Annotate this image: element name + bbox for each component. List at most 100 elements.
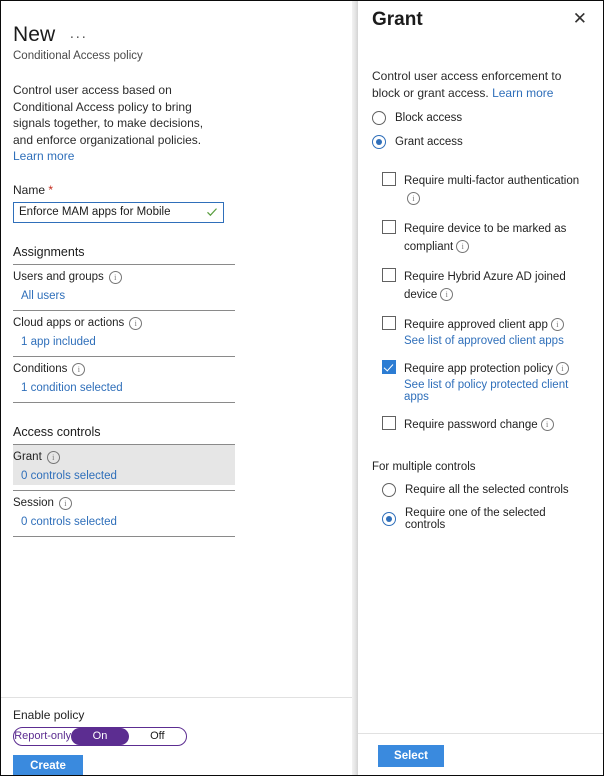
checkbox-icon[interactable]: [382, 416, 396, 430]
control-sublink-approved-client-apps[interactable]: See list of approved client apps: [404, 335, 589, 347]
setting-row-users-and-groups[interactable]: Users and groups i All users: [13, 265, 235, 305]
page-title: New: [13, 23, 56, 46]
radio-icon[interactable]: [372, 111, 386, 125]
toggle-option-on[interactable]: On: [71, 728, 129, 745]
new-policy-blade: New ··· Conditional Access policy Contro…: [1, 1, 352, 775]
radio-icon-selected[interactable]: [382, 512, 396, 526]
control-label-text: Require password change: [404, 419, 538, 431]
control-label: Require password change i: [404, 418, 554, 431]
close-icon[interactable]: ✕: [571, 9, 589, 29]
radio-require-all-selected-controls[interactable]: Require all the selected controls: [382, 483, 589, 497]
section-heading-access-controls: Access controls: [13, 424, 101, 439]
setting-label: Grant i: [13, 450, 235, 464]
control-label-text: Require Hybrid Azure AD joined device: [404, 271, 566, 301]
info-icon[interactable]: i: [72, 362, 86, 376]
grant-panel-title: Grant: [372, 9, 423, 30]
create-button[interactable]: Create: [13, 755, 83, 775]
toggle-option-off[interactable]: Off: [129, 728, 186, 745]
radio-icon[interactable]: [382, 483, 396, 497]
checkbox-icon[interactable]: [382, 220, 396, 234]
setting-label-text: Session: [13, 497, 54, 509]
control-sublink-policy-protected-client-apps[interactable]: See list of policy protected client apps: [404, 379, 589, 403]
overflow-menu-icon[interactable]: ···: [69, 29, 87, 44]
radio-label: Require one of the selected controls: [405, 507, 546, 531]
control-label-text: Require app protection policy: [404, 363, 553, 375]
new-policy-blade-content: New ··· Conditional Access policy Contro…: [1, 1, 352, 697]
control-label-text: Require device to be marked as compliant: [404, 223, 567, 253]
intro-learn-more-link[interactable]: Learn more: [13, 149, 74, 163]
control-label: Require multi-factor authentication i: [404, 175, 579, 205]
info-icon[interactable]: i: [407, 192, 420, 205]
setting-row-cloud-apps-or-actions[interactable]: Cloud apps or actions i 1 app included: [13, 311, 235, 351]
info-icon[interactable]: i: [46, 450, 60, 464]
info-icon[interactable]: i: [58, 496, 72, 510]
control-label-text: Require multi-factor authentication: [404, 175, 580, 187]
info-icon[interactable]: i: [555, 362, 569, 375]
setting-value-link[interactable]: 0 controls selected: [13, 516, 235, 528]
grant-learn-more-link[interactable]: Learn more: [492, 86, 553, 100]
grant-panel-content: Grant ✕ Control user access enforcement …: [358, 1, 603, 733]
radio-block-access[interactable]: Block access: [372, 111, 589, 125]
grant-panel-description: Control user access enforcement to block…: [372, 68, 586, 101]
control-label: Require device to be marked as compliant…: [404, 223, 566, 253]
setting-row-grant[interactable]: Grant i 0 controls selected: [13, 444, 235, 485]
radio-require-one-of-selected-controls[interactable]: Require one of the selected controls: [382, 507, 589, 531]
control-body: Require password change i: [404, 415, 589, 433]
required-asterisk: *: [48, 182, 54, 197]
setting-row-conditions[interactable]: Conditions i 1 condition selected: [13, 357, 235, 397]
radio-icon-selected[interactable]: [372, 135, 386, 149]
grant-controls-list: Require multi-factor authentication i Req…: [372, 171, 589, 433]
control-label-text: Require approved client app: [404, 319, 548, 331]
control-require-approved-client-app[interactable]: Require approved client app i See list of…: [382, 315, 589, 347]
control-require-app-protection-policy[interactable]: Require app protection policy i See list …: [382, 359, 589, 403]
radio-grant-access[interactable]: Grant access: [372, 135, 589, 149]
setting-label: Users and groups i: [13, 270, 235, 284]
control-body: Require Hybrid Azure AD joined device i: [404, 267, 589, 303]
setting-value-link[interactable]: 1 app included: [13, 336, 235, 348]
setting-value-link[interactable]: 1 condition selected: [13, 382, 235, 394]
divider: [13, 535, 235, 537]
info-icon[interactable]: i: [540, 418, 554, 431]
setting-label-text: Conditions: [13, 363, 68, 375]
info-icon[interactable]: i: [456, 240, 470, 253]
checkbox-icon-checked[interactable]: [382, 360, 396, 374]
multiple-controls-radio-group: Require all the selected controls Requir…: [372, 483, 589, 531]
info-icon[interactable]: i: [129, 316, 143, 330]
checkbox-icon[interactable]: [382, 316, 396, 330]
info-icon[interactable]: i: [108, 270, 122, 284]
intro-description-text: Control user access based on Conditional…: [13, 83, 204, 147]
setting-label-text: Users and groups: [13, 271, 104, 283]
setting-value-link[interactable]: All users: [13, 290, 235, 302]
radio-label: Require all the selected controls: [405, 484, 569, 496]
enable-policy-toggle[interactable]: Report-only On Off: [13, 727, 187, 746]
info-icon[interactable]: i: [440, 288, 454, 301]
control-require-password-change[interactable]: Require password change i: [382, 415, 589, 433]
name-input[interactable]: [14, 206, 194, 218]
name-field-label-text: Name: [13, 182, 46, 197]
select-button[interactable]: Select: [378, 745, 444, 767]
setting-row-session[interactable]: Session i 0 controls selected: [13, 491, 235, 531]
conditional-access-policy-screen: New ··· Conditional Access policy Contro…: [0, 0, 604, 776]
intro-description: Control user access based on Conditional…: [13, 82, 218, 165]
control-label: Require Hybrid Azure AD joined device i: [404, 271, 566, 301]
grant-panel-header: Grant ✕: [372, 9, 589, 31]
info-icon[interactable]: i: [550, 318, 564, 331]
checkbox-icon[interactable]: [382, 172, 396, 186]
setting-label-text: Cloud apps or actions: [13, 317, 125, 329]
control-require-hybrid-azure-ad-joined-device[interactable]: Require Hybrid Azure AD joined device i: [382, 267, 589, 303]
section-heading-assignments: Assignments: [13, 244, 85, 259]
setting-label: Session i: [13, 496, 235, 510]
valid-check-icon: [206, 205, 218, 223]
new-policy-blade-footer: Enable policy Report-only On Off Create: [1, 697, 352, 775]
grant-panel: Grant ✕ Control user access enforcement …: [358, 1, 603, 775]
toggle-option-report-only[interactable]: Report-only: [14, 728, 71, 745]
control-body: Require app protection policy i See list …: [404, 359, 589, 403]
control-require-device-to-be-marked-as-compliant[interactable]: Require device to be marked as compliant…: [382, 219, 589, 255]
setting-value-link[interactable]: 0 controls selected: [13, 470, 235, 482]
control-body: Require approved client app i See list of…: [404, 315, 589, 347]
blade-subtitle: Conditional Access policy: [13, 50, 143, 62]
grant-panel-footer: Select: [358, 733, 603, 775]
control-require-multi-factor-authentication[interactable]: Require multi-factor authentication i: [382, 171, 589, 207]
setting-label: Cloud apps or actions i: [13, 316, 235, 330]
checkbox-icon[interactable]: [382, 268, 396, 282]
